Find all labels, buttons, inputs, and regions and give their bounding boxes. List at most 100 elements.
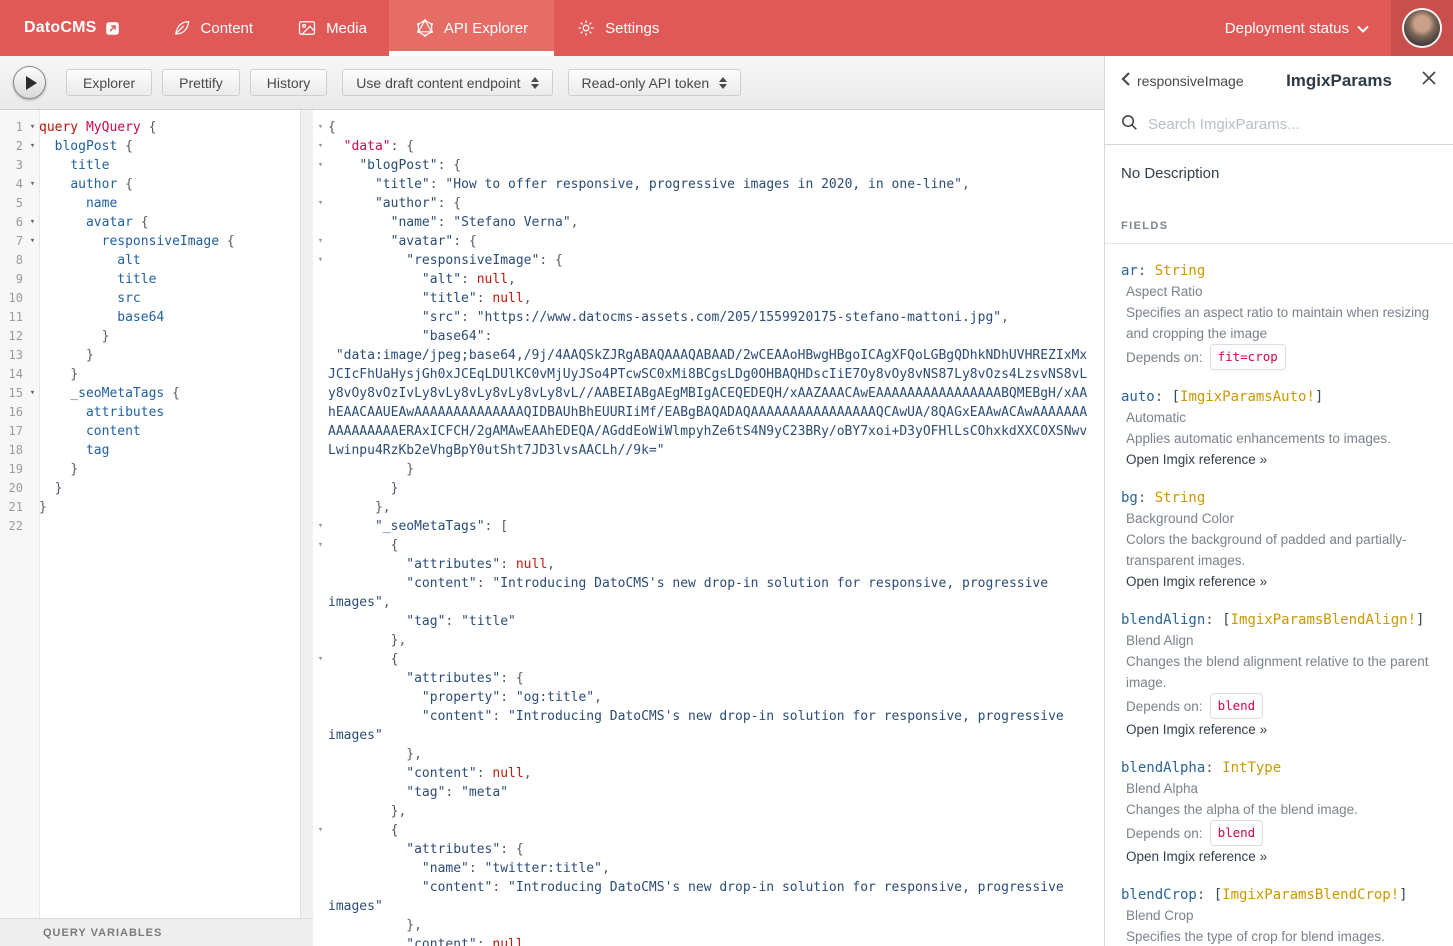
user-avatar <box>1404 10 1440 46</box>
query-variables-title: QUERY VARIABLES <box>43 927 162 939</box>
imgix-reference-link[interactable]: Open Imgix reference » <box>1126 449 1437 471</box>
execute-query-button[interactable] <box>13 66 46 99</box>
fold-toggle-icon[interactable]: ▾ <box>313 517 328 536</box>
image-icon <box>297 18 317 38</box>
brand-logo[interactable]: DatoCMS <box>0 0 150 56</box>
top-navigation-bar: DatoCMS ContentMedia API Explorer Settings… <box>0 0 1453 56</box>
datocms-api-explorer-window: DatoCMS ContentMedia API Explorer Settings… <box>0 0 1453 946</box>
imgix-reference-link[interactable]: Open Imgix reference » <box>1126 719 1437 741</box>
nav-item-label: API Explorer <box>444 20 528 37</box>
fold-toggle-icon[interactable]: ▾ <box>26 137 39 156</box>
explorer-button[interactable]: Explorer <box>66 69 152 96</box>
bracket: [ <box>1172 389 1180 405</box>
fold-toggle-icon[interactable]: ▾ <box>26 213 39 232</box>
fold-toggle-icon[interactable]: ▾ <box>313 232 328 251</box>
field-type-link[interactable]: String <box>1155 490 1206 506</box>
external-link-icon <box>105 21 120 36</box>
field-name-link[interactable]: bg <box>1121 490 1138 506</box>
field-type-link[interactable]: ImgixParamsBlendCrop! <box>1222 887 1399 903</box>
fold-toggle-icon[interactable]: ▾ <box>313 650 328 669</box>
field-entry-blendCrop: blendCrop: [ImgixParamsBlendCrop!]Blend … <box>1121 885 1437 946</box>
editor-line: 12 } <box>0 327 313 346</box>
result-viewer[interactable]: ▾{▾ "data": {▾ "blogPost": { "title": "H… <box>313 110 1104 946</box>
field-name-link[interactable]: ar <box>1121 263 1138 279</box>
up-down-arrows-icon <box>531 77 539 89</box>
result-line: "data:image/jpeg;base64,/9j/4AAQSkZJRgAB… <box>313 346 1104 460</box>
fold-toggle-icon[interactable]: ▾ <box>26 384 39 403</box>
field-colon: : <box>1138 490 1155 506</box>
prettify-button[interactable]: Prettify <box>162 69 240 96</box>
result-line: }, <box>313 802 1104 821</box>
fold-toggle-icon[interactable]: ▾ <box>313 536 328 555</box>
editor-line: 20 } <box>0 479 313 498</box>
editor-line: 5 name <box>0 194 313 213</box>
doc-explorer-panel: responsiveImage ImgixParams No Descripti… <box>1104 56 1453 946</box>
field-name-link[interactable]: auto <box>1121 389 1155 405</box>
fold-toggle-icon[interactable]: ▾ <box>313 137 328 156</box>
deployment-status-menu[interactable]: Deployment status <box>1203 0 1391 56</box>
fold-toggle-icon[interactable]: ▾ <box>26 175 39 194</box>
result-line: ▾ "blogPost": { <box>313 156 1104 175</box>
fold-toggle-icon[interactable]: ▾ <box>313 821 328 840</box>
field-title: Blend Alpha <box>1126 778 1437 799</box>
editor-line: 4▾ author { <box>0 175 313 194</box>
result-line: }, <box>313 916 1104 935</box>
field-signature: bg: String <box>1121 488 1437 508</box>
imgix-reference-link[interactable]: Open Imgix reference » <box>1126 571 1437 593</box>
main-nav: ContentMedia API Explorer Settings <box>150 0 682 56</box>
depends-on-pill: blend <box>1210 693 1264 719</box>
doc-close-button[interactable] <box>1407 70 1437 91</box>
field-name-link[interactable]: blendCrop <box>1121 887 1197 903</box>
bracket: ] <box>1399 887 1407 903</box>
query-editor[interactable]: 1▾query MyQuery {2▾ blogPost {3 title4▾ … <box>0 110 313 918</box>
field-colon: : <box>1205 612 1222 628</box>
graphiql-workspace: Explorer Prettify History Use draft conten… <box>0 56 1104 946</box>
result-line: "attributes": null, <box>313 555 1104 574</box>
endpoint-select[interactable]: Use draft content endpoint <box>342 69 552 96</box>
nav-item-api-explorer[interactable]: API Explorer <box>389 0 554 56</box>
doc-search-input[interactable] <box>1148 116 1437 133</box>
doc-explorer-body[interactable]: No Description FIELDS ar: StringAspect R… <box>1105 145 1453 946</box>
history-button[interactable]: History <box>250 69 328 96</box>
field-type-link[interactable]: ImgixParamsAuto! <box>1180 389 1315 405</box>
nav-item-media[interactable]: Media <box>275 0 389 56</box>
imgix-reference-link[interactable]: Open Imgix reference » <box>1126 846 1437 868</box>
nav-item-content[interactable]: Content <box>150 0 276 56</box>
nav-item-label: Settings <box>605 20 659 37</box>
doc-back-link[interactable]: responsiveImage <box>1121 72 1271 89</box>
fold-toggle-icon[interactable]: ▾ <box>313 251 328 270</box>
field-name-link[interactable]: blendAlign <box>1121 612 1205 628</box>
fold-toggle-icon[interactable]: ▾ <box>313 194 328 213</box>
editor-line: 10 src <box>0 289 313 308</box>
editor-line: 1▾query MyQuery { <box>0 118 313 137</box>
fold-toggle-icon[interactable]: ▾ <box>313 118 328 137</box>
user-menu[interactable] <box>1391 0 1453 56</box>
field-depends-on: Depends on:blend <box>1126 693 1437 719</box>
fold-toggle-icon[interactable]: ▾ <box>26 118 39 137</box>
result-line: "content": "Introducing DatoCMS's new dr… <box>313 707 1104 745</box>
field-type-link[interactable]: ImgixParamsBlendAlign! <box>1231 612 1416 628</box>
result-line: } <box>313 460 1104 479</box>
api-token-select[interactable]: Read-only API token <box>568 69 742 96</box>
fold-toggle-icon[interactable]: ▾ <box>313 156 328 175</box>
field-colon: : <box>1155 389 1172 405</box>
nav-item-settings[interactable]: Settings <box>554 0 681 56</box>
editor-line: 8 alt <box>0 251 313 270</box>
fold-toggle-icon[interactable]: ▾ <box>26 232 39 251</box>
field-signature: blendAlign: [ImgixParamsBlendAlign!] <box>1121 610 1437 630</box>
result-line: ▾ "responsiveImage": { <box>313 251 1104 270</box>
field-name-link[interactable]: blendAlpha <box>1121 760 1205 776</box>
result-line: ▾ { <box>313 650 1104 669</box>
editor-vertical-scrollbar[interactable] <box>300 110 313 918</box>
bracket: [ <box>1222 612 1230 628</box>
result-line: ▾{ <box>313 118 1104 137</box>
field-type-link[interactable]: String <box>1155 263 1206 279</box>
query-variables-bar[interactable]: QUERY VARIABLES <box>0 918 313 946</box>
result-line: }, <box>313 498 1104 517</box>
field-type-link[interactable]: IntType <box>1222 760 1281 776</box>
depends-on-label: Depends on: <box>1126 346 1203 369</box>
field-description: Specifies an aspect ratio to maintain wh… <box>1126 302 1437 344</box>
field-depends-on: Depends on:blend <box>1126 820 1437 846</box>
type-description: No Description <box>1121 165 1437 182</box>
depends-on-pill: fit=crop <box>1210 344 1286 370</box>
